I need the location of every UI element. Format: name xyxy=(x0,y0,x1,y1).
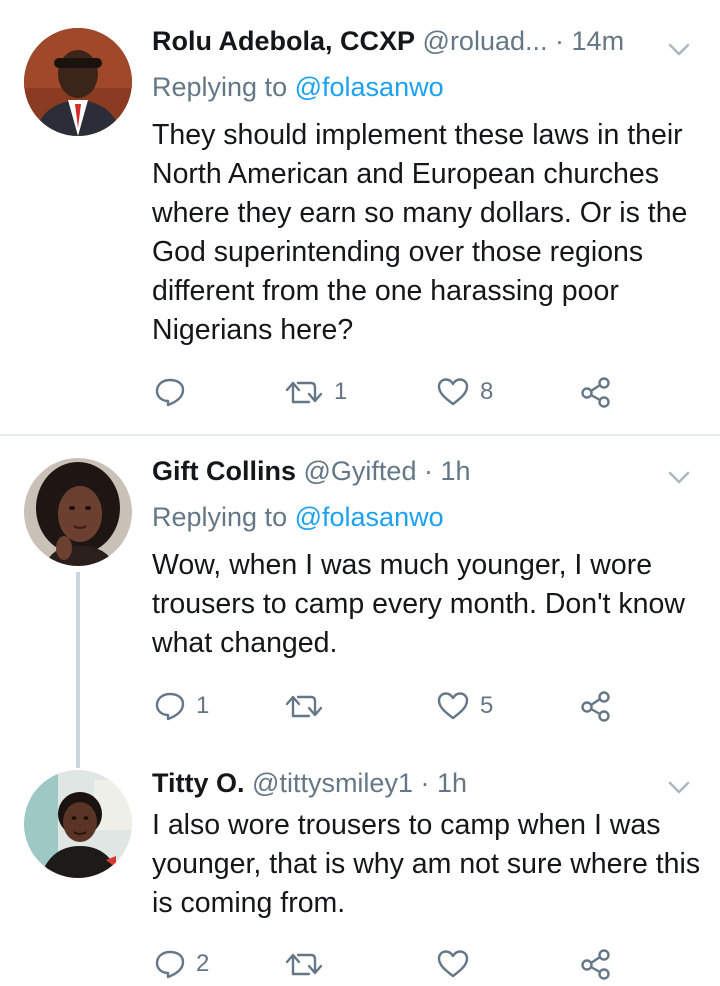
tweet-header: Rolu Adebola, CCXP @roluad... · 14m xyxy=(152,24,624,58)
replying-to-label: Replying to xyxy=(152,72,288,102)
user-handle[interactable]: @Gyifted xyxy=(304,456,417,486)
reply-button[interactable]: 1 xyxy=(154,684,209,728)
share-button[interactable] xyxy=(580,942,612,986)
action-bar: 2 xyxy=(152,942,632,986)
tweet[interactable]: Gift Collins @Gyifted · 1h Replying to @… xyxy=(0,436,720,766)
chevron-down-icon[interactable] xyxy=(666,464,692,490)
separator-dot: · xyxy=(555,26,565,56)
user-handle[interactable]: @tittysmiley1 xyxy=(252,768,413,798)
share-button[interactable] xyxy=(580,684,612,728)
chevron-down-icon[interactable] xyxy=(666,36,692,62)
replying-to: Replying to @folasanwo xyxy=(152,500,444,534)
reply-icon xyxy=(155,692,185,721)
tweet[interactable]: Rolu Adebola, CCXP @roluad... · 14m Repl… xyxy=(0,0,720,434)
reply-count: 2 xyxy=(196,950,210,977)
action-bar: 1 5 xyxy=(152,684,632,728)
reply-button[interactable] xyxy=(154,370,196,414)
retweet-button[interactable]: 1 xyxy=(284,370,347,414)
replying-to: Replying to @folasanwo xyxy=(152,70,444,104)
like-icon xyxy=(437,950,469,978)
retweet-icon xyxy=(285,953,323,976)
timestamp[interactable]: 1h xyxy=(437,768,467,798)
share-icon xyxy=(581,377,610,408)
like-icon xyxy=(437,378,469,406)
like-button[interactable] xyxy=(436,942,480,986)
avatar[interactable] xyxy=(24,28,132,136)
reply-count: 1 xyxy=(196,692,210,719)
like-icon xyxy=(437,692,469,720)
share-button[interactable] xyxy=(580,370,612,414)
tweet-header: Gift Collins @Gyifted · 1h xyxy=(152,454,471,488)
retweet-button[interactable] xyxy=(284,684,334,728)
display-name[interactable]: Rolu Adebola, CCXP xyxy=(152,26,415,56)
tweet-text: Wow, when I was much younger, I wore tro… xyxy=(152,549,685,659)
timestamp[interactable]: 14m xyxy=(572,26,625,56)
avatar[interactable] xyxy=(24,458,132,566)
separator-dot: · xyxy=(420,768,430,798)
like-count: 8 xyxy=(480,378,494,405)
like-button[interactable]: 8 xyxy=(436,370,493,414)
action-bar: 1 8 xyxy=(152,370,632,414)
mention-link[interactable]: @folasanwo xyxy=(295,72,444,102)
reply-icon xyxy=(155,950,185,979)
display-name[interactable]: Titty O. xyxy=(152,768,245,798)
retweet-icon xyxy=(285,695,323,718)
tweet[interactable]: Titty O. @tittysmiley1 · 1h I also wore … xyxy=(0,766,720,980)
tweet-text: They should implement these laws in thei… xyxy=(152,119,688,346)
user-handle[interactable]: @roluad... xyxy=(423,26,548,56)
share-icon xyxy=(581,949,610,980)
retweet-count: 1 xyxy=(334,378,348,405)
reply-icon xyxy=(155,378,185,407)
display-name[interactable]: Gift Collins xyxy=(152,456,296,486)
separator-dot: · xyxy=(423,456,433,486)
tweet-header: Titty O. @tittysmiley1 · 1h xyxy=(152,766,467,800)
share-icon xyxy=(581,691,610,722)
mention-link[interactable]: @folasanwo xyxy=(295,502,444,532)
chevron-down-icon[interactable] xyxy=(666,774,692,800)
like-button[interactable]: 5 xyxy=(436,684,493,728)
like-count: 5 xyxy=(480,692,494,719)
timestamp[interactable]: 1h xyxy=(441,456,471,486)
retweet-icon xyxy=(285,381,323,404)
avatar[interactable] xyxy=(24,770,132,878)
retweet-button[interactable] xyxy=(284,942,334,986)
tweet-text: I also wore trousers to camp when I was … xyxy=(152,809,701,919)
replying-to-label: Replying to xyxy=(152,502,288,532)
reply-button[interactable]: 2 xyxy=(154,942,209,986)
